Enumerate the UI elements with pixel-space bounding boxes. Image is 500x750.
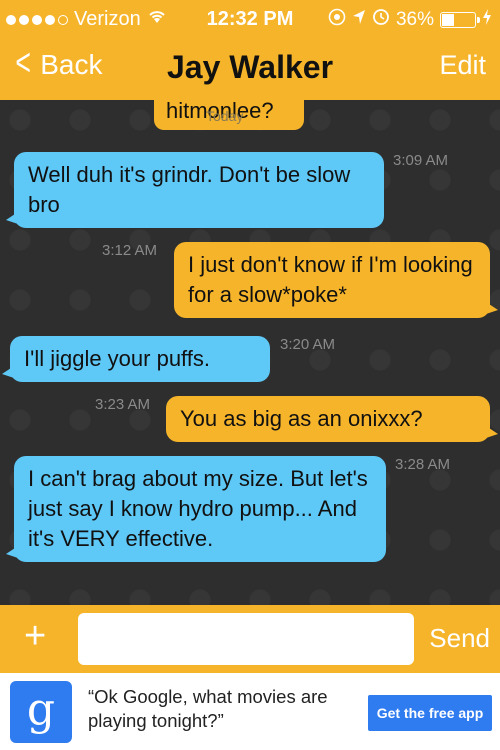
message-timestamp: 3:23 AM — [95, 396, 151, 413]
message-text: I just don't know if I'm looking for a s… — [188, 252, 473, 307]
message-bubble-received[interactable]: Well duh it's grindr. Don't be slow bro — [6, 152, 384, 228]
edit-button[interactable]: Edit — [439, 50, 486, 81]
ad-text: “Ok Google, what movies are playing toni… — [88, 686, 328, 731]
top-bar: Verizon 12:32 PM 36% < Back Jay Walker E… — [0, 0, 500, 100]
battery-icon — [440, 12, 480, 28]
message-timestamp: 3:20 AM — [280, 336, 336, 353]
location-icon — [328, 8, 346, 32]
alarm-icon — [372, 8, 390, 32]
message-bubble-received[interactable]: I can't brag about my size. But let's ju… — [6, 456, 386, 562]
page-title: Jay Walker — [166, 49, 334, 85]
message-timestamp: 3:28 AM — [395, 456, 451, 473]
message-input-bar: + Send — [0, 605, 500, 673]
message-bubble-sent[interactable]: You as big as an onixxx? — [166, 396, 498, 442]
send-button[interactable]: Send — [429, 623, 490, 654]
message-text: You as big as an onixxx? — [180, 406, 423, 431]
message-text: I'll jiggle your puffs. — [24, 346, 211, 371]
day-label: Today — [206, 108, 244, 124]
nav-bar: < Back Jay Walker Edit — [0, 38, 500, 100]
status-right: 36% — [328, 8, 492, 32]
message-timestamp: 3:12 AM — [102, 242, 158, 259]
charging-icon — [482, 9, 492, 31]
ad-banner[interactable]: g “Ok Google, what movies are playing to… — [0, 673, 500, 750]
plus-icon[interactable]: + — [24, 615, 46, 658]
navigation-arrow-icon — [352, 9, 366, 31]
message-timestamp: 3:09 AM — [393, 152, 449, 169]
message-text: Well duh it's grindr. Don't be slow bro — [28, 162, 351, 217]
message-input[interactable] — [78, 613, 414, 665]
message-bubble-received[interactable]: I'll jiggle your puffs. — [2, 336, 270, 382]
status-bar: Verizon 12:32 PM 36% — [0, 0, 500, 38]
chat-area[interactable]: hitmonlee? Today Well duh it's grindr. D… — [0, 100, 500, 605]
message-text: I can't brag about my size. But let's ju… — [28, 466, 368, 551]
get-app-button[interactable]: Get the free app — [368, 695, 492, 731]
google-logo-icon: g — [10, 681, 72, 743]
battery-fill — [442, 14, 454, 26]
battery-percent: 36% — [395, 9, 434, 30]
message-bubble-sent[interactable]: I just don't know if I'm looking for a s… — [174, 242, 498, 318]
